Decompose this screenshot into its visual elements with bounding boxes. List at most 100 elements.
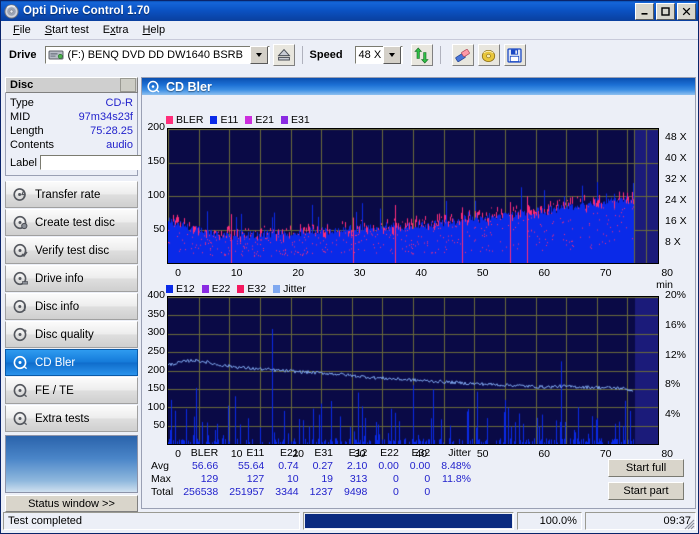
stats-row-label: Total bbox=[151, 486, 174, 498]
save-button[interactable] bbox=[503, 44, 526, 66]
stats-cell: 0.74 bbox=[278, 460, 299, 472]
disc-length-label: Length bbox=[10, 125, 44, 137]
stats-col-e21: E21 bbox=[279, 447, 299, 459]
legend-item-e11: E11 bbox=[210, 114, 238, 126]
elapsed-time: 09:37 bbox=[584, 512, 696, 530]
status-message: Test completed bbox=[3, 512, 300, 530]
axis-tick-label: 24 X bbox=[665, 194, 687, 207]
app-disc-icon bbox=[4, 3, 19, 19]
bler-plot-area[interactable] bbox=[167, 128, 659, 264]
menu-start-test[interactable]: Start test bbox=[38, 23, 96, 37]
sidebar-item-fe-te[interactable]: FE / TE bbox=[5, 377, 138, 404]
stats-cell: 0.27 bbox=[312, 460, 333, 472]
axis-tick-label: 60 bbox=[538, 267, 550, 279]
toolbar-divider-2 bbox=[439, 46, 441, 64]
disc-row-type: Type CD-R bbox=[10, 96, 133, 110]
stats-row-label: Max bbox=[151, 473, 171, 485]
main-panel-header: CD Bler bbox=[142, 78, 695, 95]
gold-disc-button[interactable] bbox=[477, 44, 500, 66]
sidebar-label: Create test disc bbox=[35, 216, 115, 229]
stats-cell: 251957 bbox=[229, 486, 265, 498]
disc-quality-icon bbox=[13, 327, 28, 342]
drive-select[interactable]: (F:) BENQ DVD DD DW1640 BSRB bbox=[44, 46, 270, 64]
sidebar-item-cd-bler[interactable]: CD Bler bbox=[5, 349, 138, 376]
status-window-button[interactable]: Status window >> bbox=[5, 495, 138, 512]
disc-bler-icon bbox=[13, 355, 28, 370]
drive-label: Drive bbox=[9, 49, 37, 61]
resize-grip[interactable] bbox=[683, 518, 695, 530]
disc-create-icon bbox=[13, 215, 28, 230]
sidebar-item-extra-tests[interactable]: Extra tests bbox=[5, 405, 138, 432]
start-full-button[interactable]: Start full bbox=[608, 459, 684, 477]
axis-tick-label: 40 X bbox=[665, 152, 687, 165]
close-button[interactable] bbox=[677, 2, 696, 20]
stats-col-e12: E12 bbox=[348, 447, 368, 459]
sidebar-item-drive-info[interactable]: Drive info bbox=[5, 265, 138, 292]
disc-row-length: Length 75:28.25 bbox=[10, 124, 133, 138]
stats-cell: 0.00 bbox=[409, 460, 431, 472]
stats-cell: 11.8% bbox=[442, 473, 472, 485]
legend-item-bler: BLER bbox=[166, 114, 203, 126]
stats-header-row: BLER E11 E21 E31 E12 E22 E32 Jitter bbox=[151, 447, 476, 460]
window-controls bbox=[635, 2, 696, 20]
disc-row-contents: Contents audio bbox=[10, 138, 133, 152]
axis-tick-label: 50 bbox=[476, 267, 489, 279]
stats-col-e11: E11 bbox=[246, 447, 265, 459]
stats-cell: 9498 bbox=[344, 486, 368, 498]
axis-tick-label: 200 bbox=[147, 363, 165, 376]
stats-cell: 3344 bbox=[275, 486, 299, 498]
speed-label: Speed bbox=[309, 49, 343, 61]
axis-tick-label: 0 bbox=[175, 267, 181, 279]
stats-cell: 19 bbox=[321, 473, 333, 485]
axis-tick-label: 30 bbox=[353, 267, 366, 279]
maximize-button[interactable] bbox=[656, 2, 675, 20]
disc-header-button[interactable] bbox=[120, 78, 136, 92]
sidebar-item-disc-quality[interactable]: Disc quality bbox=[5, 321, 138, 348]
legend-item-e32: E32 bbox=[237, 283, 266, 295]
sidebar-item-create-test-disc[interactable]: Create test disc bbox=[5, 209, 138, 236]
disc-label-row: Label bbox=[10, 154, 243, 171]
axis-tick-label: 48 X bbox=[665, 131, 687, 144]
disc-contents-label: Contents bbox=[10, 139, 55, 151]
axis-tick-label: 200 bbox=[147, 121, 165, 133]
stats-cell: 56.66 bbox=[191, 460, 219, 472]
menu-extra[interactable]: Extra bbox=[96, 23, 136, 37]
axis-tick-label: 8 X bbox=[665, 236, 681, 249]
eraser-button[interactable] bbox=[451, 44, 474, 66]
start-part-button[interactable]: Start part bbox=[608, 482, 684, 500]
stats-cell: 0.00 bbox=[378, 460, 399, 472]
menu-file[interactable]: FFileile bbox=[6, 23, 38, 37]
axis-tick-label: 80 min bbox=[656, 267, 673, 291]
sidebar-item-transfer-rate[interactable]: Transfer rate bbox=[5, 181, 138, 208]
disc-extra-icon bbox=[13, 411, 28, 426]
sidebar-item-disc-info[interactable]: Disc info bbox=[5, 293, 138, 320]
stats-cell: 127 bbox=[246, 473, 265, 485]
window-title: Opti Drive Control 1.70 bbox=[23, 5, 150, 17]
progress-fill bbox=[304, 514, 513, 528]
disc-length-value: 75:28.25 bbox=[90, 125, 133, 137]
speed-value: 48 X bbox=[358, 49, 382, 61]
menu-help[interactable]: Help bbox=[135, 23, 172, 37]
legend-item-e21: E21 bbox=[245, 114, 274, 126]
minimize-button[interactable] bbox=[635, 2, 654, 20]
sidebar-item-verify-test-disc[interactable]: Verify test disc bbox=[5, 237, 138, 264]
jitter-plot-area[interactable] bbox=[167, 296, 659, 445]
axis-tick-label: 50 bbox=[153, 223, 165, 235]
speed-dropdown-arrow[interactable] bbox=[382, 46, 401, 64]
legend-item-e22: E22 bbox=[201, 283, 230, 295]
refresh-button[interactable] bbox=[410, 44, 433, 66]
stats-cell: 1237 bbox=[309, 486, 333, 498]
axis-tick-label: 150 bbox=[147, 155, 165, 167]
axis-tick-label: 70 bbox=[599, 267, 612, 279]
main-header-title: CD Bler bbox=[166, 79, 212, 94]
drive-dropdown-arrow[interactable] bbox=[249, 46, 268, 64]
axis-tick-label: 50 bbox=[153, 419, 165, 432]
progress-percent: 100.0% bbox=[517, 512, 582, 530]
sidebar-label: FE / TE bbox=[35, 384, 74, 397]
axis-tick-label: 32 X bbox=[665, 173, 687, 186]
eject-button[interactable] bbox=[272, 44, 295, 66]
disc-row-mid: MID 97m34s23f bbox=[10, 110, 133, 124]
speed-select[interactable]: 48 X bbox=[354, 46, 403, 64]
application-window: Opti Drive Control 1.70 FFileile Start t… bbox=[0, 0, 699, 534]
disc-type-label: Type bbox=[10, 97, 34, 109]
